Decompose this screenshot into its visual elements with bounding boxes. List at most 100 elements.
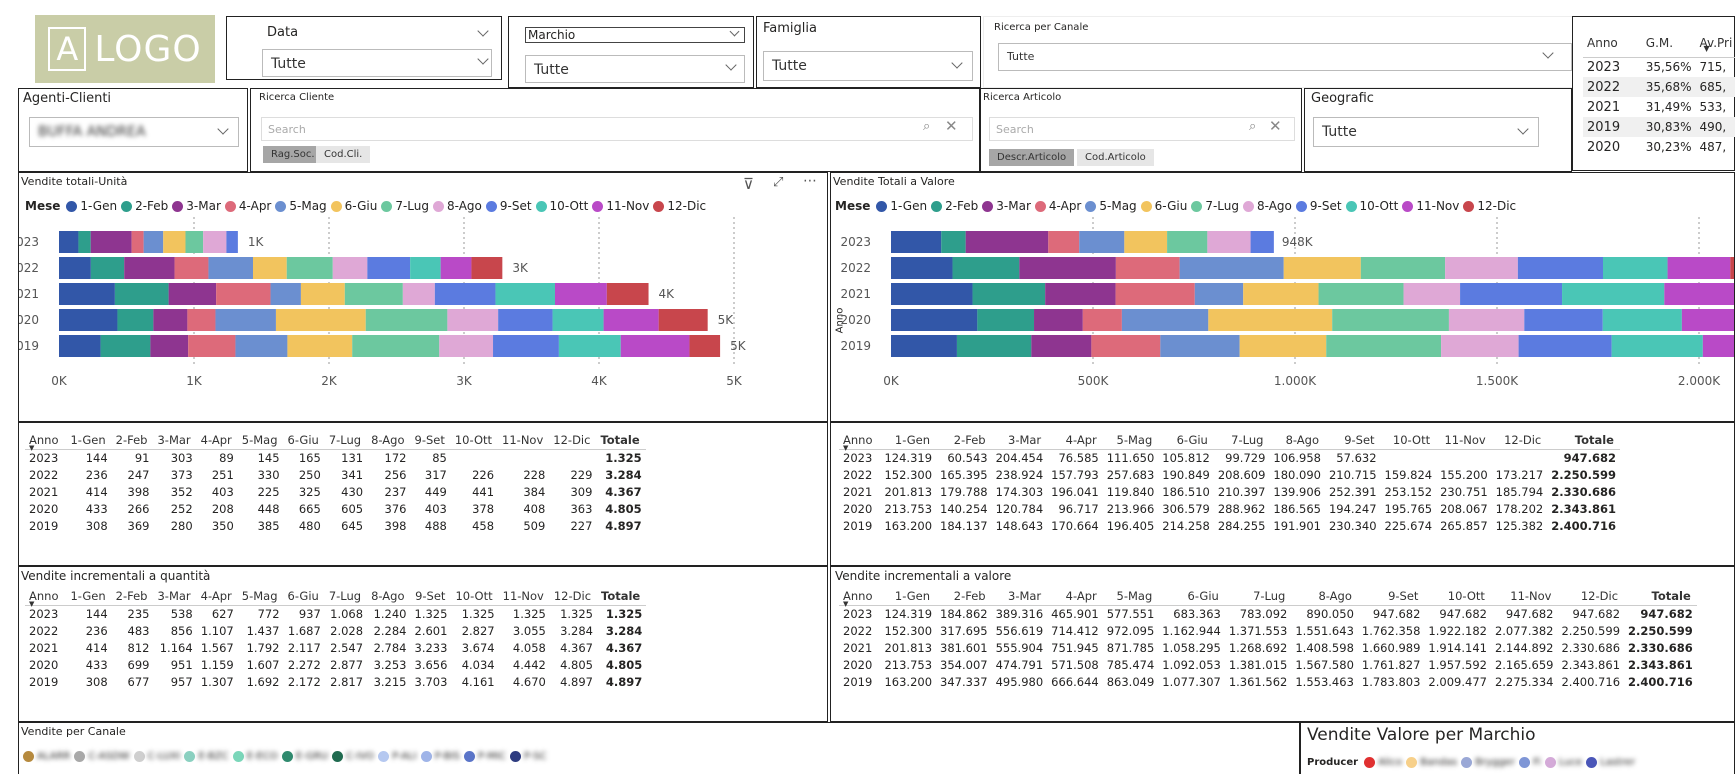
filter-famiglia-select[interactable]: Tutte: [763, 51, 973, 81]
bar-segment[interactable]: [59, 231, 79, 253]
bar-segment[interactable]: [1115, 283, 1195, 305]
table-header[interactable]: 5-Mag: [238, 587, 284, 605]
bar-segment[interactable]: [1250, 231, 1274, 253]
table-header[interactable]: 8-Ago: [1269, 431, 1325, 449]
bar-segment[interactable]: [143, 231, 164, 253]
table-header[interactable]: 10-Ott: [1424, 587, 1491, 605]
bar-segment[interactable]: [606, 283, 649, 305]
table-header[interactable]: 2-Feb: [112, 587, 154, 605]
bar-segment[interactable]: [1179, 257, 1284, 279]
bar-segment[interactable]: [402, 283, 435, 305]
bar-segment[interactable]: [90, 257, 125, 279]
legend-item[interactable]: E-GRU: [281, 751, 328, 762]
bar-segment[interactable]: [59, 283, 115, 305]
bar-segment[interactable]: [440, 257, 472, 279]
legend-item[interactable]: 8-Ago: [433, 199, 482, 213]
legend-item[interactable]: 2-Feb: [121, 199, 168, 213]
bar-segment[interactable]: [352, 335, 440, 357]
table-header[interactable]: 2-Feb: [112, 431, 154, 449]
bar-segment[interactable]: [90, 231, 132, 253]
bar-segment[interactable]: [554, 283, 607, 305]
bar-segment[interactable]: [78, 231, 91, 253]
table-header[interactable]: 6-Giu: [1158, 587, 1225, 605]
bar-segment[interactable]: [1681, 309, 1734, 331]
bar-segment[interactable]: [168, 283, 217, 305]
legend-item[interactable]: C-ASDW: [74, 751, 130, 762]
bar-segment[interactable]: [188, 335, 236, 357]
bar-segment[interactable]: [300, 283, 345, 305]
legend-item[interactable]: 1-Gen: [876, 199, 927, 213]
bar-segment[interactable]: [1082, 309, 1122, 331]
table-header[interactable]: 7-Lug: [325, 431, 367, 449]
bar-segment[interactable]: [658, 309, 708, 331]
bar-segment[interactable]: [174, 257, 209, 279]
table-header[interactable]: 4-Apr: [197, 587, 238, 605]
bar-segment[interactable]: [447, 309, 499, 331]
table-header[interactable]: Anno ▼: [25, 587, 66, 608]
table-header[interactable]: 9-Set: [411, 431, 451, 449]
legend-item[interactable]: Fi: [1518, 757, 1541, 768]
legend-item[interactable]: P-BIS: [420, 751, 460, 762]
bar-segment[interactable]: [1448, 309, 1525, 331]
bar-segment[interactable]: [1283, 257, 1361, 279]
legend-item[interactable]: E-ECO: [232, 751, 278, 762]
table-header[interactable]: 4-Apr: [197, 431, 238, 449]
table-header[interactable]: 9-Set: [1325, 431, 1381, 449]
more-options-icon[interactable]: ⋯: [803, 173, 817, 189]
bar-segment[interactable]: [275, 309, 366, 331]
bar-segment[interactable]: [252, 257, 287, 279]
filter-canale-select[interactable]: Tutte: [998, 43, 1572, 71]
bar-segment[interactable]: [1239, 335, 1327, 357]
table-header[interactable]: 1-Gen: [66, 587, 111, 605]
table-header[interactable]: 3-Mar: [992, 431, 1048, 449]
table-header[interactable]: Totale: [1624, 587, 1697, 605]
legend-item[interactable]: 7-Lug: [381, 199, 429, 213]
filter-icon[interactable]: ⊽: [743, 175, 754, 193]
bar-segment[interactable]: [1091, 335, 1161, 357]
bar-segment[interactable]: [163, 231, 186, 253]
bar-segment[interactable]: [1562, 283, 1665, 305]
filter-marchio-select[interactable]: Tutte: [525, 55, 745, 83]
bar-segment[interactable]: [185, 231, 204, 253]
bar-segment[interactable]: [552, 309, 604, 331]
legend-item[interactable]: 10-Ott: [535, 199, 588, 213]
legend-item[interactable]: 4-Apr: [224, 199, 271, 213]
bar-segment[interactable]: [1445, 257, 1518, 279]
bar-segment[interactable]: [100, 335, 151, 357]
table-header[interactable]: 10-Ott: [451, 587, 498, 605]
table-header[interactable]: 8-Ago: [367, 587, 410, 605]
toggle-ragsoc[interactable]: Rag.Soc.: [263, 146, 323, 163]
clear-icon[interactable]: ✕: [1269, 117, 1282, 135]
search-icon[interactable]: ⌕: [923, 119, 930, 134]
table-header[interactable]: 12-Dic: [1557, 587, 1624, 605]
legend-item[interactable]: 4-Apr: [1034, 199, 1081, 213]
bar-segment[interactable]: [114, 283, 169, 305]
bar-segment[interactable]: [1045, 283, 1116, 305]
bar-segment[interactable]: [365, 309, 448, 331]
bar-segment[interactable]: [1034, 309, 1083, 331]
table-header[interactable]: 5-Mag: [238, 431, 284, 449]
legend-item[interactable]: 6-Giu: [330, 199, 377, 213]
legend-item[interactable]: 1-Gen: [66, 199, 117, 213]
bar-segment[interactable]: [203, 231, 227, 253]
bar-segment[interactable]: [131, 231, 144, 253]
table-header[interactable]: 2-Feb: [936, 431, 992, 449]
table-header[interactable]: 7-Lug: [325, 587, 367, 605]
bar-segment[interactable]: [1517, 257, 1603, 279]
bar-segment[interactable]: [1360, 257, 1446, 279]
table-header[interactable]: 4-Apr: [1047, 431, 1103, 449]
bar-segment[interactable]: [891, 335, 957, 357]
bar-segment[interactable]: [439, 335, 494, 357]
table-header[interactable]: 3-Mar: [153, 587, 196, 605]
bar-segment[interactable]: [689, 335, 721, 357]
bar-segment[interactable]: [216, 283, 271, 305]
bar-segment[interactable]: [891, 257, 953, 279]
bar-segment[interactable]: [124, 257, 175, 279]
table-header[interactable]: 9-Set: [411, 587, 452, 605]
summary-header[interactable]: Anno: [1583, 29, 1642, 57]
bar-segment[interactable]: [1664, 283, 1734, 305]
bar-segment[interactable]: [153, 309, 188, 331]
table-header[interactable]: 8-Ago: [1291, 587, 1358, 605]
legend-item[interactable]: 2-Feb: [931, 199, 978, 213]
filter-agenti-select[interactable]: BUFFA ANDREA: [29, 117, 239, 147]
